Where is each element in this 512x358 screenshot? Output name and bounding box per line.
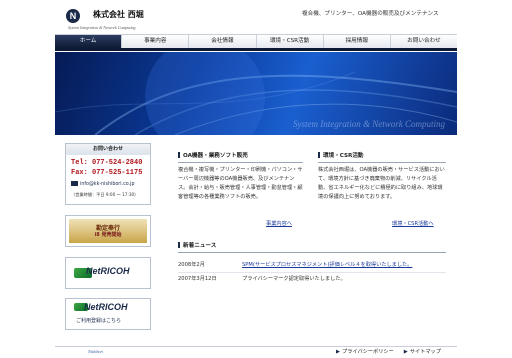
news-item: 2008年2月 SPM(サービスプロセスマネジメント)評価レベル４を取得いたしまし…	[178, 262, 412, 269]
phone-number[interactable]: Tel: 077-524-2840	[71, 159, 142, 167]
csr-section-body: 株式会社西堀は、OA機器の販売・サービス活動において、環境方針に基づき廃棄物の削…	[318, 167, 445, 200]
company-name-en: System Integration & Network Computing	[68, 25, 136, 30]
nav-item-contact[interactable]: お問い合わせ	[389, 35, 457, 48]
nav-item-business[interactable]: 事業内容	[121, 35, 188, 48]
kanjo-bugyo-title: 勘定奉行	[95, 224, 120, 232]
news-item: 2007年3月12日 プライバシーマーク認定取得いたしました。	[178, 276, 346, 283]
contact-box-title: お問い合わせ	[66, 144, 150, 155]
nav-item-csr[interactable]: 環境・CSR活動	[255, 35, 323, 48]
news-section-title: 新着ニュース	[178, 242, 216, 250]
news-section-divider	[178, 252, 446, 253]
global-nav: ホーム 事業内容 会社情報 環境・CSR活動 採用情報 お問い合わせ	[55, 34, 457, 48]
kanjo-bugyo-subtitle: i8 発売開始	[94, 231, 122, 238]
footer-links: ▶ プライバシーポリシー ▶ サイトマップ	[336, 349, 451, 356]
news-date: 2008年2月	[178, 262, 205, 268]
contact-box: お問い合わせ Tel: 077-524-2840 Fax: 077-525-11…	[65, 143, 151, 205]
csr-section-divider	[318, 162, 446, 163]
nav-item-company[interactable]: 会社情報	[188, 35, 255, 48]
banner-caption: System Integration & Network Computing	[293, 119, 445, 129]
fax-number: Fax: 077-525-1175	[71, 169, 143, 177]
netricoh-logo: NetRICOH	[86, 266, 130, 276]
company-logo-icon[interactable]: N	[66, 9, 80, 23]
news-row-divider	[178, 272, 446, 273]
csr-more-link[interactable]: 環境・CSR活動へ	[392, 221, 434, 228]
arrow-right-icon: ▶	[403, 349, 408, 355]
footer-logo: Nishibori	[88, 349, 104, 354]
header-tagline: 複合機、プリンター、OA機器の販売及びメンテナンス	[302, 11, 439, 17]
mail-icon	[71, 181, 78, 186]
kanjo-bugyo-banner[interactable]: 勘定奉行 i8 発売開始	[65, 215, 151, 247]
company-name[interactable]: 株式会社 西堀	[93, 10, 144, 20]
business-hours: （営業時間：平日 9:00 ～ 17:30）	[71, 192, 139, 197]
oa-section-title: OA機器・業務ソフト販売	[178, 152, 248, 160]
nav-underline	[55, 48, 457, 51]
footer-divider	[55, 346, 457, 347]
news-date: 2007年3月12日	[178, 276, 217, 282]
oa-section-body: 複合機・複写機・プリンター・印刷機・パソコン・サーバー周辺機器等のOA機器販売、…	[178, 167, 303, 200]
hero-banner: System Integration & Network Computing	[55, 52, 457, 135]
netricoh-banner[interactable]: NetRICOH	[65, 257, 151, 289]
sitemap-link[interactable]: サイトマップ	[410, 349, 441, 355]
csr-section-title: 環境・CSR活動	[318, 152, 364, 160]
nav-item-recruit[interactable]: 採用情報	[322, 35, 390, 48]
arrow-right-icon: ▶	[336, 349, 340, 355]
email-address[interactable]: info@kk-nishibori.co.jp	[80, 182, 135, 187]
netricoh-logo: NetRICOH	[84, 302, 128, 312]
news-text: プライバシーマーク認定取得いたしました。	[242, 276, 346, 282]
privacy-policy-link[interactable]: プライバシーポリシー	[342, 349, 394, 355]
netricoh-register-banner[interactable]: NetRICOH ご利用登録はこちら	[65, 298, 151, 330]
oa-section-divider	[178, 162, 303, 163]
netricoh-register-label: ご利用登録はこちら	[76, 318, 122, 324]
kanjo-bugyo-banner-image: 勘定奉行 i8 発売開始	[69, 219, 147, 243]
nav-item-home[interactable]: ホーム	[55, 35, 122, 48]
business-more-link[interactable]: 事業内容へ	[266, 221, 292, 228]
email-link[interactable]: info@kk-nishibori.co.jp	[71, 181, 135, 188]
news-link[interactable]: SPM(サービスプロセスマネジメント)評価レベル４を取得いたしました。	[242, 262, 412, 268]
